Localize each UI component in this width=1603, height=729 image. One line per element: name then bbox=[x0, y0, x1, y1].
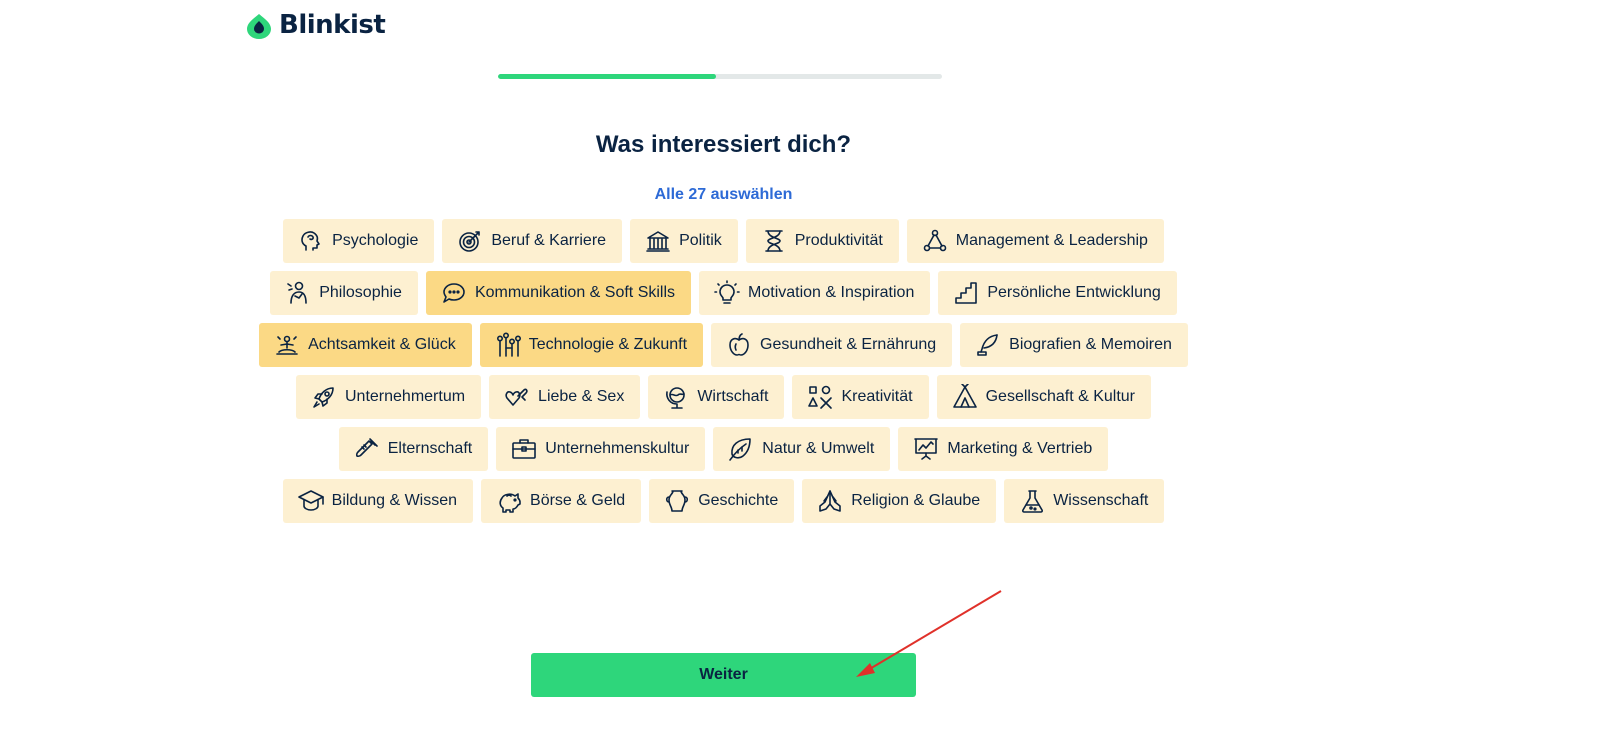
interest-chip-label: Beruf & Karriere bbox=[491, 232, 607, 249]
vase-icon bbox=[664, 488, 690, 514]
interest-chip-label: Politik bbox=[679, 232, 722, 249]
lightbulb-icon bbox=[714, 280, 740, 306]
interest-chip-label: Psychologie bbox=[332, 232, 419, 249]
praying-hands-icon bbox=[817, 488, 843, 514]
interest-chip-psychologie[interactable]: Psychologie bbox=[283, 219, 435, 263]
building-columns-icon bbox=[645, 228, 671, 254]
interest-chip-label: Persönliche Entwicklung bbox=[987, 284, 1161, 301]
interest-chip-biografien-and-memoiren[interactable]: Biografien & Memoiren bbox=[960, 323, 1188, 367]
hourglass-icon bbox=[761, 228, 787, 254]
interest-chip-label: Kommunikation & Soft Skills bbox=[474, 284, 676, 301]
interest-chip-label: Liebe & Sex bbox=[538, 388, 625, 405]
page-title: Was interessiert dich? bbox=[595, 131, 852, 158]
chip-row: Achtsamkeit & Glück Technologie & Zukunft… bbox=[230, 323, 1217, 367]
interest-chip-label: Elternschaft bbox=[387, 440, 473, 457]
select-all-link[interactable]: Alle 27 auswählen bbox=[0, 186, 1447, 204]
interest-chip-kreativitaet[interactable]: Kreativität bbox=[792, 375, 929, 419]
chip-row: Elternschaft Unternehmenskultur Natur & Um… bbox=[230, 427, 1217, 471]
interest-chip-label: Wissenschaft bbox=[1053, 492, 1149, 509]
interest-chip-gesundheit-and-ernaehrung[interactable]: Gesundheit & Ernährung bbox=[711, 323, 953, 367]
interest-chip-label: Gesellschaft & Kultur bbox=[985, 388, 1135, 405]
interest-chip-geschichte[interactable]: Geschichte bbox=[649, 479, 795, 523]
interest-chip-label: Bildung & Wissen bbox=[331, 492, 458, 509]
interest-chip-label: Natur & Umwelt bbox=[762, 440, 875, 457]
interest-chip-technologie-and-zukunft[interactable]: Technologie & Zukunft bbox=[479, 323, 704, 367]
interest-chip-label: Achtsamkeit & Glück bbox=[308, 336, 456, 353]
briefcase-icon bbox=[511, 436, 537, 462]
interest-chip-label: Produktivität bbox=[794, 232, 883, 249]
interest-chip-label: Börse & Geld bbox=[530, 492, 626, 509]
interest-chip-unternehmenskultur[interactable]: Unternehmenskultur bbox=[496, 427, 706, 471]
apple-icon bbox=[726, 332, 752, 358]
graduation-cap-icon bbox=[297, 488, 324, 514]
chip-row: Psychologie Beruf & Karriere Politik Produk… bbox=[230, 219, 1217, 263]
interest-chip-label: Biografien & Memoiren bbox=[1009, 336, 1172, 353]
interest-chip-label: Gesundheit & Ernährung bbox=[760, 336, 937, 353]
interest-chip-label: Marketing & Vertrieb bbox=[947, 440, 1093, 457]
next-button[interactable]: Weiter bbox=[531, 653, 916, 697]
stairs-icon bbox=[953, 280, 979, 306]
interest-chip-politik[interactable]: Politik bbox=[630, 219, 738, 263]
interest-chip-management-and-leadership[interactable]: Management & Leadership bbox=[906, 219, 1164, 263]
meditation-icon bbox=[274, 332, 300, 358]
chip-row: Bildung & Wissen Börse & Geld Geschichte Re… bbox=[230, 479, 1217, 523]
interest-chip-list: Psychologie Beruf & Karriere Politik Produk… bbox=[230, 219, 1217, 531]
interest-chip-wirtschaft[interactable]: Wirtschaft bbox=[648, 375, 785, 419]
globe-icon bbox=[663, 384, 689, 410]
shapes-icon bbox=[807, 384, 833, 410]
chip-row: Unternehmertum Liebe & Sex Wirtschaft Kreat… bbox=[230, 375, 1217, 419]
interest-chip-religion-and-glaube[interactable]: Religion & Glaube bbox=[802, 479, 997, 523]
target-icon bbox=[457, 228, 483, 254]
blinkist-logo[interactable]: Blinkist bbox=[245, 10, 386, 40]
interest-chip-label: Management & Leadership bbox=[955, 232, 1148, 249]
speech-bubble-icon bbox=[441, 280, 467, 306]
interest-chip-label: Technologie & Zukunft bbox=[528, 336, 688, 353]
onboarding-progress-bar bbox=[498, 74, 942, 79]
baby-bottle-icon bbox=[354, 436, 380, 462]
leaf-icon bbox=[728, 436, 754, 462]
interest-chip-label: Unternehmertum bbox=[345, 388, 466, 405]
interest-chip-achtsamkeit-and-glueck[interactable]: Achtsamkeit & Glück bbox=[259, 323, 472, 367]
interest-chip-wissenschaft[interactable]: Wissenschaft bbox=[1004, 479, 1165, 523]
interest-chip-label: Wirtschaft bbox=[697, 388, 769, 405]
circuit-icon bbox=[495, 332, 521, 358]
thinker-icon bbox=[285, 280, 311, 306]
interest-chip-label: Motivation & Inspiration bbox=[748, 284, 915, 301]
interest-chip-bildung-and-wissen[interactable]: Bildung & Wissen bbox=[282, 479, 474, 523]
presentation-icon bbox=[913, 436, 939, 462]
flask-icon bbox=[1019, 488, 1045, 514]
hearts-icon bbox=[504, 384, 530, 410]
interest-chip-marketing-and-vertrieb[interactable]: Marketing & Vertrieb bbox=[898, 427, 1109, 471]
interest-chip-label: Geschichte bbox=[698, 492, 779, 509]
chip-row: Philosophie Kommunikation & Soft Skills Mo… bbox=[230, 271, 1217, 315]
brand-name: Blinkist bbox=[279, 10, 386, 40]
interest-chip-natur-and-umwelt[interactable]: Natur & Umwelt bbox=[713, 427, 891, 471]
interest-chip-unternehmertum[interactable]: Unternehmertum bbox=[296, 375, 482, 419]
interest-chip-beruf-and-karriere[interactable]: Beruf & Karriere bbox=[442, 219, 623, 263]
interest-chip-motivation-and-inspiration[interactable]: Motivation & Inspiration bbox=[699, 271, 931, 315]
progress-fill bbox=[498, 74, 716, 79]
rocket-icon bbox=[311, 384, 337, 410]
interest-chip-persoenliche-entwicklung[interactable]: Persönliche Entwicklung bbox=[938, 271, 1177, 315]
interest-chip-label: Religion & Glaube bbox=[851, 492, 981, 509]
interest-chip-liebe-and-sex[interactable]: Liebe & Sex bbox=[489, 375, 641, 419]
tent-icon bbox=[952, 384, 978, 410]
interest-chip-kommunikation-and-soft-skills[interactable]: Kommunikation & Soft Skills bbox=[425, 271, 692, 315]
blinkist-leaf-icon bbox=[247, 14, 271, 39]
interest-chip-philosophie[interactable]: Philosophie bbox=[270, 271, 418, 315]
piggy-bank-icon bbox=[496, 488, 522, 514]
interest-chip-label: Unternehmenskultur bbox=[545, 440, 690, 457]
interest-chip-gesellschaft-and-kultur[interactable]: Gesellschaft & Kultur bbox=[936, 375, 1151, 419]
interest-chip-boerse-and-geld[interactable]: Börse & Geld bbox=[481, 479, 642, 523]
interest-chip-produktivitaet[interactable]: Produktivität bbox=[745, 219, 899, 263]
interest-chip-label: Philosophie bbox=[319, 284, 402, 301]
interest-chip-elternschaft[interactable]: Elternschaft bbox=[338, 427, 489, 471]
interest-chip-label: Kreativität bbox=[841, 388, 913, 405]
quill-icon bbox=[975, 332, 1001, 358]
network-icon bbox=[922, 228, 948, 254]
head-icon bbox=[298, 228, 324, 254]
